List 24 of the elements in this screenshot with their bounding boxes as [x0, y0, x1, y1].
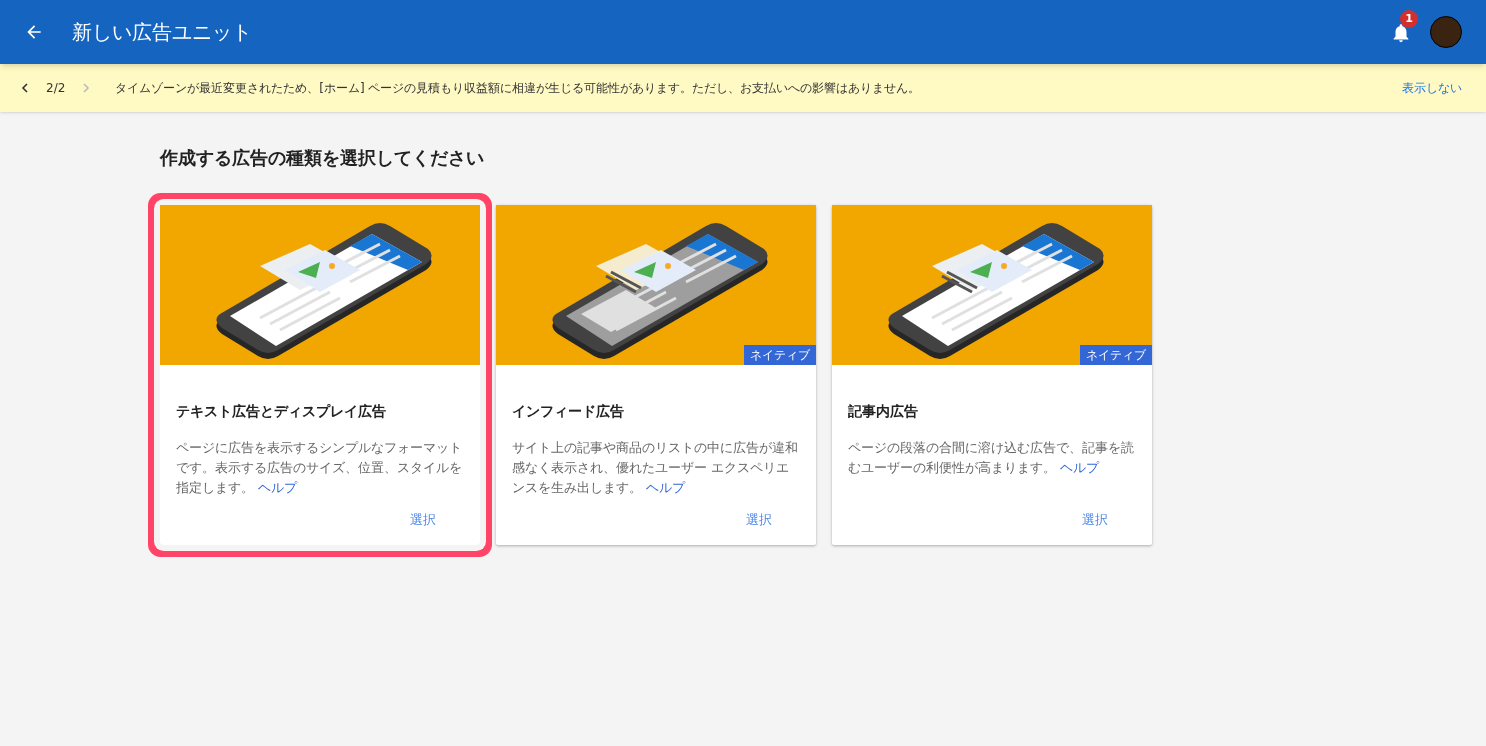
page-counter: 2/2 [46, 80, 66, 97]
previous-icon[interactable] [20, 83, 30, 93]
select-button[interactable]: 選択 [1078, 509, 1112, 529]
ad-type-card[interactable]: ネイティブ インフィード広告 サイト上の記事や商品のリストの中に広告が違和感なく表示され、優れたユーザー エクスペリエンスを生み出します。 ヘルプ 選択 [496, 205, 816, 545]
card-title: インフィード広告 [512, 402, 625, 421]
page-title: 新しい広告ユニット [72, 19, 252, 46]
avatar[interactable] [1430, 16, 1462, 48]
select-button[interactable]: 選択 [742, 509, 776, 529]
help-link[interactable]: ヘルプ [258, 480, 297, 495]
ad-type-card[interactable]: ネイティブ 記事内広告 ページの段落の合間に溶け込む広告で、記事を読むユーザーの利便性が高まります。 ヘルプ 選択 [832, 205, 1152, 545]
native-badge: ネイティブ [1080, 345, 1152, 365]
card-description: サイト上の記事や商品のリストの中に広告が違和感なく表示され、優れたユーザー エクスペリエンスを生み出します。 ヘルプ [512, 439, 799, 497]
select-button[interactable]: 選択 [406, 509, 440, 529]
page-heading: 作成する広告の種類を選択してください [160, 146, 485, 170]
card-description: ページの段落の合間に溶け込む広告で、記事を読むユーザーの利便性が高まります。 ヘルプ [848, 439, 1135, 477]
dismiss-link[interactable]: 表示しない [1402, 79, 1462, 97]
help-link[interactable]: ヘルプ [646, 480, 685, 495]
notification-count: 1 [1400, 10, 1418, 28]
card-title: 記事内広告 [848, 402, 919, 421]
banner-message: タイムゾーンが最近変更されたため、[ホーム] ページの見積もり収益額に相違が生じる可能性があります。ただし、お支払いへの影響はありません。 [115, 80, 921, 97]
native-badge: ネイティブ [744, 345, 816, 365]
help-link[interactable]: ヘルプ [1060, 460, 1099, 475]
card-description: ページに広告を表示するシンプルなフォーマットです。表示する広告のサイズ、位置、スタイルを指定します。 ヘルプ [176, 439, 463, 497]
card-title: テキスト広告とディスプレイ広告 [176, 402, 387, 421]
